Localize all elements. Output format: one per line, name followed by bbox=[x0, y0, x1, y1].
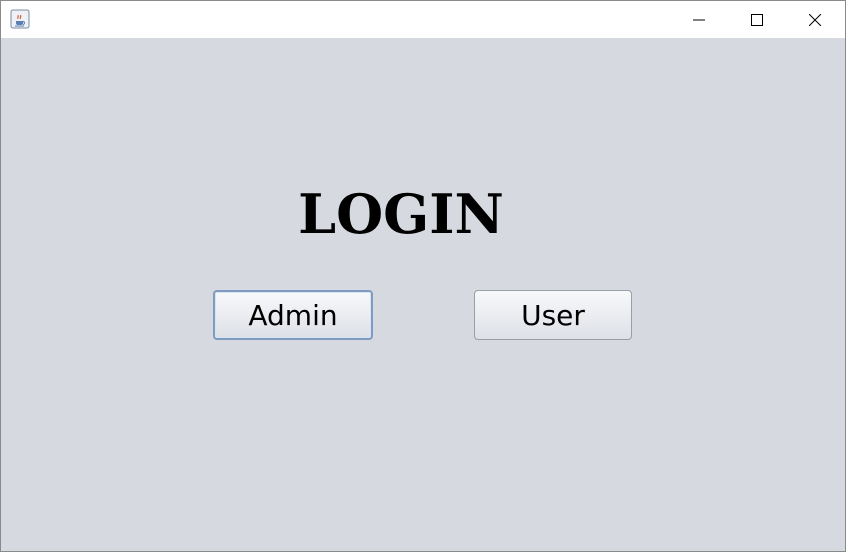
close-icon bbox=[809, 13, 821, 26]
minimize-button[interactable] bbox=[671, 1, 727, 38]
content-panel: LOGIN Admin User bbox=[1, 38, 845, 551]
login-window: LOGIN Admin User bbox=[0, 0, 846, 552]
java-app-icon[interactable] bbox=[10, 9, 30, 29]
user-button[interactable]: User bbox=[474, 290, 632, 340]
admin-button[interactable]: Admin bbox=[213, 290, 373, 340]
title-bar[interactable] bbox=[1, 1, 845, 38]
login-heading: LOGIN bbox=[298, 182, 504, 246]
maximize-button[interactable] bbox=[729, 1, 785, 38]
minimize-icon bbox=[693, 19, 705, 20]
close-button[interactable] bbox=[787, 1, 843, 38]
maximize-icon bbox=[751, 13, 763, 26]
